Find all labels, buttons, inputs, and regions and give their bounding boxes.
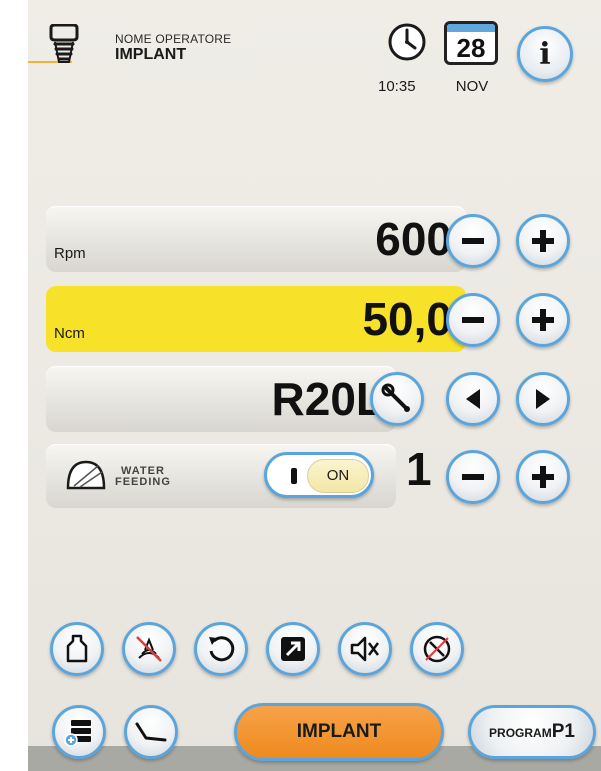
triangle-right-icon <box>536 389 550 409</box>
torque-decrease-button[interactable] <box>446 293 500 347</box>
water-decrease-button[interactable] <box>446 450 500 504</box>
torque-value: 50,0 <box>362 293 452 345</box>
rpm-decrease-button[interactable] <box>446 214 500 268</box>
handpiece-button[interactable] <box>124 705 178 759</box>
operator-name: IMPLANT <box>115 46 187 63</box>
toggle-state: ON <box>307 459 369 493</box>
program-value: P1 <box>551 721 575 742</box>
bottle-icon <box>66 634 88 663</box>
ratio-previous-button[interactable] <box>446 372 500 426</box>
operator-label: NOME OPERATORE <box>115 32 232 46</box>
clock-time: 10:35 <box>378 78 416 95</box>
rpm-value: 600 <box>375 213 452 265</box>
torque-row: Ncm 50,0 <box>46 286 466 352</box>
expand-icon <box>281 637 305 661</box>
program-prefix: PROGRAM <box>489 726 552 740</box>
water-level-value: 1 <box>406 443 432 495</box>
water-feeding-toggle[interactable]: ON <box>264 452 374 498</box>
bottle-button[interactable] <box>50 622 104 676</box>
triangle-left-icon <box>466 389 480 409</box>
ratio-row: R20L <box>46 366 396 432</box>
light-toggle-button[interactable] <box>122 622 176 676</box>
mute-button[interactable] <box>338 622 392 676</box>
torque-increase-button[interactable] <box>516 293 570 347</box>
calendar-icon[interactable]: 28 <box>444 21 498 65</box>
ratio-value: R20L <box>271 373 384 425</box>
plus-icon <box>532 230 554 252</box>
plus-icon <box>532 466 554 488</box>
toggle-knob <box>291 468 297 484</box>
ratio-next-button[interactable] <box>516 372 570 426</box>
program-list-icon <box>64 720 91 747</box>
implant-tooth-icon <box>46 23 82 69</box>
mute-icon <box>350 636 379 662</box>
info-button[interactable]: i <box>517 26 573 82</box>
calendar-day: 28 <box>456 33 486 63</box>
ratio-settings-button[interactable] <box>370 372 424 426</box>
disable-button[interactable] <box>410 622 464 676</box>
minus-icon <box>462 317 484 323</box>
reverse-rotation-button[interactable] <box>194 622 248 676</box>
light-off-icon <box>136 636 162 662</box>
water-label-line2: FEEDING <box>115 476 171 488</box>
info-icon: i <box>539 36 551 72</box>
expand-button[interactable] <box>266 622 320 676</box>
rpm-row: Rpm 600 <box>46 206 466 272</box>
implant-mode-button[interactable]: IMPLANT <box>234 703 444 761</box>
clock-icon[interactable] <box>387 22 427 67</box>
handpiece-icon <box>135 722 167 742</box>
program-list-button[interactable] <box>52 705 106 759</box>
calendar-month: NOV <box>455 78 489 95</box>
wrench-icon <box>381 383 410 412</box>
plus-icon <box>532 309 554 331</box>
water-feeding-label: WATER FEEDING <box>115 466 171 488</box>
disabled-icon <box>423 635 451 663</box>
minus-icon <box>462 238 484 244</box>
reverse-rotation-icon <box>209 636 235 662</box>
torque-label: Ncm <box>54 325 85 342</box>
program-button[interactable]: PROGRAMP1 <box>468 705 596 759</box>
minus-icon <box>462 474 484 480</box>
water-increase-button[interactable] <box>516 450 570 504</box>
device-screen: NOME OPERATORE IMPLANT 10:35 28 NOV i Rp… <box>28 0 601 771</box>
rpm-increase-button[interactable] <box>516 214 570 268</box>
water-spray-icon <box>64 458 108 497</box>
rpm-label: Rpm <box>54 245 86 262</box>
